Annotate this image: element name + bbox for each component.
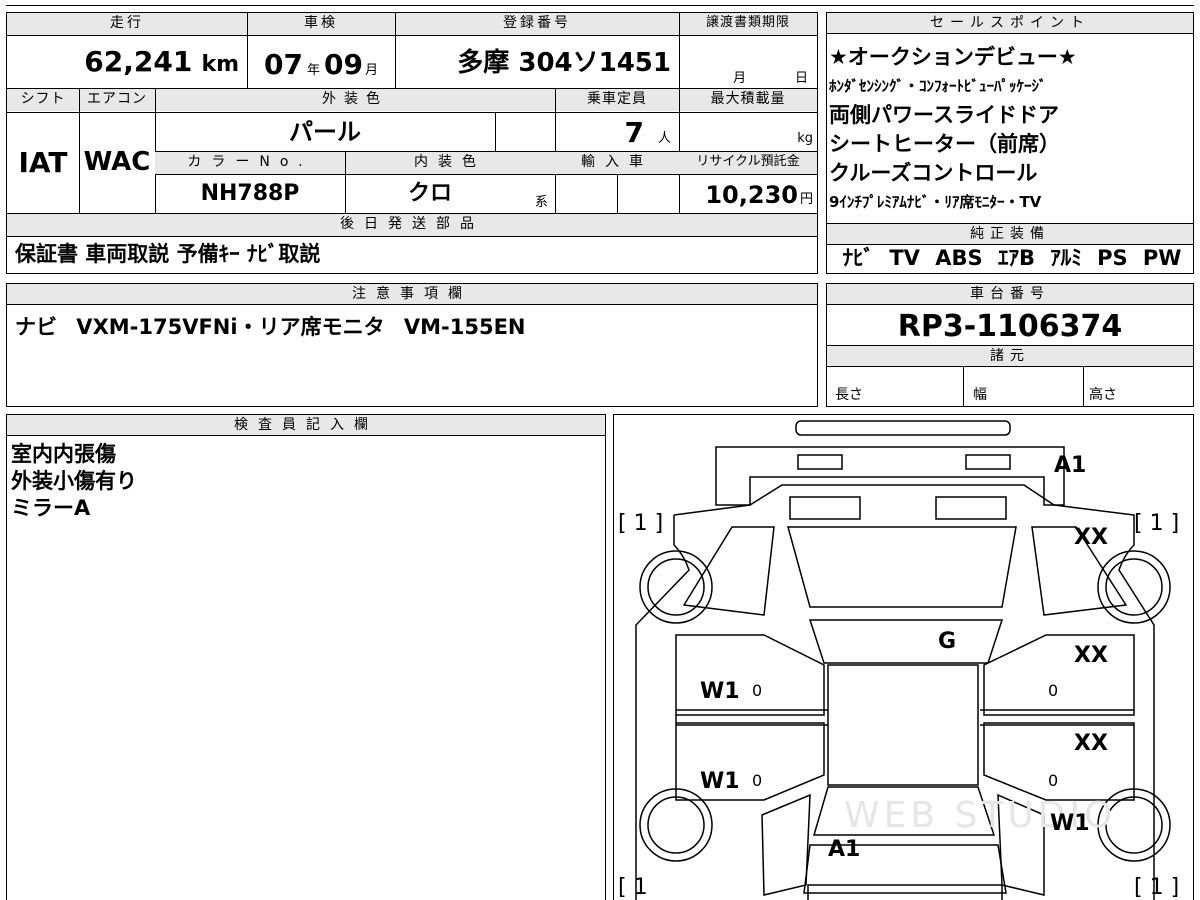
capacity-label: 乗車定員 bbox=[555, 89, 679, 111]
inspector-note-item: ミラーA bbox=[11, 496, 91, 520]
color-no-label: カラーNo. bbox=[155, 152, 345, 174]
mark-left-rear-door: W1 bbox=[700, 769, 740, 794]
mark-rear-right-tire: [ 1 ] bbox=[1134, 875, 1180, 900]
interior-value: クロ bbox=[407, 181, 452, 206]
aircon-label: エアコン bbox=[79, 89, 155, 111]
front-right-wheel-shape bbox=[1097, 550, 1171, 624]
shift-label: シフト bbox=[7, 89, 79, 111]
genuine-equipment-value: ﾅﾋﾞ TV ABS ｴｱB ｱﾙﾐ PS PW bbox=[842, 246, 1182, 270]
sales-points-box: セールスポイント ★オークションデビュー★ ﾎﾝﾀﾞｾﾝｼﾝｸﾞ・ｺﾝﾌｫｰﾄﾋﾞ… bbox=[826, 12, 1194, 274]
inspection-label: 車検 bbox=[247, 13, 395, 35]
wiper-right-shape bbox=[935, 496, 1007, 520]
vehicle-info-table: 走行 車検 登録番号 譲渡書類期限 62,241 km 07 年 09 月 多摩 30… bbox=[6, 12, 818, 274]
front-bumper-shape bbox=[795, 420, 1011, 436]
shift-value: IAT bbox=[18, 146, 68, 179]
chassis-box: 車台番号 RP3-1106374 諸元 長さ 幅 高さ bbox=[826, 283, 1194, 407]
exterior-value: パール bbox=[289, 118, 361, 146]
notes-box: 注意事項欄 ナビ VXM-175VFNi・リア席モニタ VM-155EN bbox=[6, 283, 818, 407]
left-front-door-shape bbox=[675, 634, 825, 716]
right-front-door-shape bbox=[983, 634, 1135, 716]
aircon-value: WAC bbox=[83, 147, 151, 177]
inspector-note-item: 外装小傷有り bbox=[11, 469, 137, 493]
damage-diagram: WEB STUDIO A1 [ 1 ] [ 1 ] XX G XX W1 0 0… bbox=[613, 414, 1194, 900]
mark-front-right-tire: [ 1 ] bbox=[1134, 511, 1180, 536]
later-parts-value: 保証書 車両取説 予備ｷｰ ﾅﾋﾞ取説 bbox=[15, 242, 321, 266]
notes-value: ナビ VXM-175VFNi・リア席モニタ VM-155EN bbox=[15, 315, 526, 339]
inspector-notes: 室内内張傷外装小傷有り ミラーA bbox=[11, 441, 137, 522]
specs-label: 諸元 bbox=[827, 346, 1193, 367]
sales-point-item: ﾎﾝﾀﾞｾﾝｼﾝｸﾞ・ｺﾝﾌｫｰﾄﾋﾞｭｰﾊﾟｯｹｰｼﾞ bbox=[829, 77, 1047, 95]
mark-zero-right-front: 0 bbox=[1048, 681, 1059, 700]
right-rear-door-shape bbox=[983, 722, 1135, 801]
sales-point-item: ★オークションデビュー★ bbox=[829, 45, 1077, 69]
inspector-note-item: 室内内張傷 bbox=[11, 442, 116, 466]
registration-value: 多摩 304ソ1451 bbox=[457, 48, 671, 78]
left-headlight-shape bbox=[797, 454, 843, 470]
interior-label: 内装色 bbox=[345, 152, 555, 174]
mark-roof: G bbox=[938, 629, 957, 654]
front-panel-shape bbox=[715, 446, 1065, 506]
sales-point-item: 9ｲﾝﾁﾌﾟﾚﾐｱﾑﾅﾋﾞ・ﾘｱ席ﾓﾆﾀｰ・TV bbox=[829, 193, 1042, 211]
windshield-shape bbox=[787, 526, 1017, 608]
mark-zero-right-rear: 0 bbox=[1048, 771, 1059, 790]
color-no-value: NH788P bbox=[200, 181, 300, 206]
inspection-value: 07 年 09 月 bbox=[264, 48, 378, 81]
later-parts-label: 後日発送部品 bbox=[7, 214, 817, 236]
length-label: 長さ bbox=[835, 387, 863, 403]
mark-zero-left-front: 0 bbox=[752, 681, 763, 700]
max-load-label: 最大積載量 bbox=[679, 89, 817, 111]
left-rear-door-shape bbox=[675, 722, 825, 801]
mark-top-right: A1 bbox=[1054, 453, 1087, 478]
mark-rear-left-tire: [ 1 bbox=[618, 875, 648, 900]
notes-label: 注意事項欄 bbox=[7, 284, 817, 305]
mark-right-front: XX bbox=[1074, 525, 1108, 550]
mark-right-lower: XX bbox=[1074, 731, 1108, 756]
genuine-equipment-label: 純正装備 bbox=[827, 224, 1193, 245]
mileage-label: 走行 bbox=[7, 13, 247, 35]
import-label: 輸入車 bbox=[555, 152, 679, 174]
wiper-left-shape bbox=[789, 496, 861, 520]
roof-shape bbox=[808, 619, 1004, 664]
deadline-day-unit: 日 bbox=[795, 71, 809, 86]
mark-zero-left-rear: 0 bbox=[752, 771, 763, 790]
sales-point-item: クルーズコントロール bbox=[829, 161, 1038, 185]
front-left-wheel-shape bbox=[639, 550, 713, 624]
inspector-label: 検査員記入欄 bbox=[7, 415, 605, 436]
interior-unit: 系 bbox=[535, 195, 549, 210]
width-label: 幅 bbox=[973, 387, 987, 403]
mark-rear-center: A1 bbox=[828, 837, 861, 862]
sales-points-list: ★オークションデビュー★ ﾎﾝﾀﾞｾﾝｼﾝｸﾞ・ｺﾝﾌｫｰﾄﾋﾞｭｰﾊﾟｯｹｰｼﾞ… bbox=[829, 43, 1191, 217]
max-load-unit: kg bbox=[797, 131, 813, 146]
mark-left-front-door: W1 bbox=[700, 679, 740, 704]
exterior-label: 外装色 bbox=[155, 89, 555, 111]
sales-point-item: 両側パワースライドドア bbox=[829, 103, 1059, 127]
cabin-shape bbox=[827, 664, 979, 786]
sales-points-label: セールスポイント bbox=[827, 13, 1193, 34]
recycle-value: 10,230 円 bbox=[705, 181, 813, 209]
mark-front-left-tire: [ 1 ] bbox=[618, 511, 664, 536]
inspector-box: 検査員記入欄 室内内張傷外装小傷有り ミラーA bbox=[6, 414, 606, 900]
recycle-label: リサイクル預託金 bbox=[679, 152, 817, 174]
capacity-value: 7人 bbox=[624, 116, 672, 149]
mark-right-mid: XX bbox=[1074, 643, 1108, 668]
right-headlight-shape bbox=[965, 454, 1011, 470]
sales-point-item: シートヒーター（前席） bbox=[829, 132, 1060, 156]
height-label: 高さ bbox=[1089, 387, 1117, 403]
mark-right-rear: W1 bbox=[1050, 811, 1090, 836]
chassis-value: RP3-1106374 bbox=[897, 309, 1123, 344]
deadline-month-unit: 月 bbox=[733, 71, 747, 86]
mileage-value: 62,241 km bbox=[84, 45, 239, 78]
top-strip bbox=[6, 0, 1194, 6]
fender-left-shape bbox=[682, 526, 775, 616]
deadline-label: 譲渡書類期限 bbox=[679, 13, 817, 35]
rear-quarter-left-shape bbox=[761, 793, 811, 896]
chassis-label: 車台番号 bbox=[827, 284, 1193, 305]
registration-label: 登録番号 bbox=[395, 13, 679, 35]
